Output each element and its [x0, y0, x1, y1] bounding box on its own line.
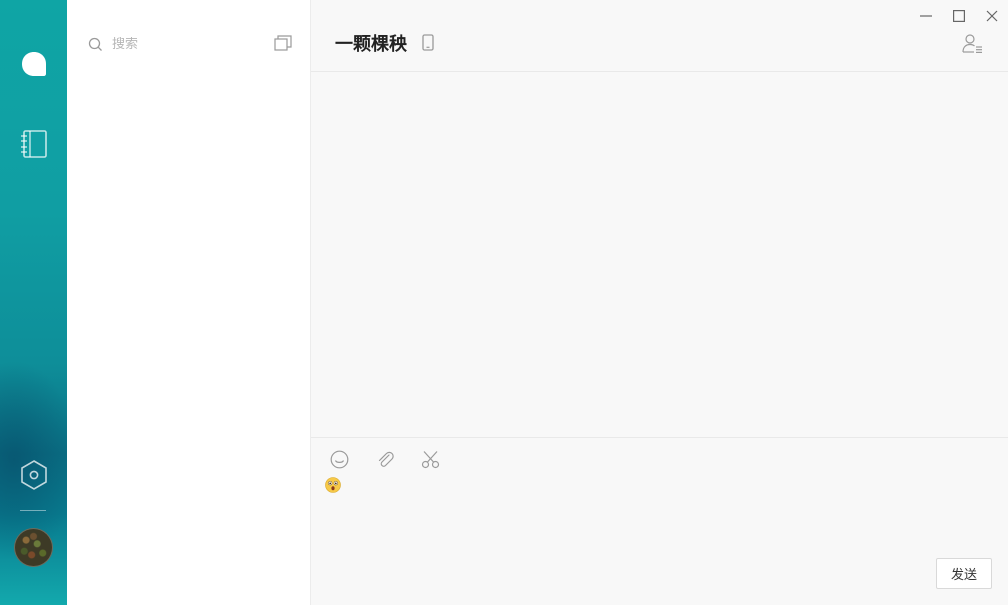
conversation-list-panel: [67, 0, 311, 605]
search-input[interactable]: [112, 36, 252, 52]
close-button[interactable]: [975, 4, 1008, 28]
close-icon: [986, 10, 997, 22]
new-chat-button[interactable]: [273, 33, 293, 53]
contacts-nav-button[interactable]: [0, 124, 67, 164]
contact-info-button[interactable]: [962, 33, 984, 55]
chat-title: 一颗棵秧: [335, 34, 407, 55]
chat-nav-button[interactable]: [0, 44, 67, 84]
message-composer: 发送: [311, 437, 1008, 605]
attachment-icon: [378, 451, 394, 467]
left-rail: [0, 0, 67, 605]
mobile-phone-icon: [422, 34, 434, 51]
message-area[interactable]: [311, 72, 1008, 438]
settings-hexagon-icon: [20, 460, 47, 490]
chat-header: 一颗棵秧: [311, 0, 1008, 72]
maximize-icon: [952, 10, 965, 22]
emoji-icon: [330, 450, 348, 468]
composer-toolbar: [329, 449, 441, 469]
contact-info-icon: [962, 34, 982, 53]
search-bar: [87, 33, 293, 55]
attachment-button[interactable]: [375, 449, 395, 469]
contacts-book-icon: [20, 130, 47, 158]
astonished-face-emoji: [325, 477, 341, 493]
minimize-icon: [919, 15, 932, 17]
settings-button[interactable]: [0, 455, 67, 495]
send-button[interactable]: 发送: [936, 558, 992, 589]
minimize-button[interactable]: [909, 4, 942, 28]
user-avatar[interactable]: [14, 528, 53, 567]
maximize-button[interactable]: [942, 4, 975, 28]
rail-divider: [20, 510, 46, 511]
message-input[interactable]: [325, 477, 985, 547]
emoji-button[interactable]: [329, 449, 349, 469]
chat-area: 一颗棵秧 发送: [311, 0, 1008, 605]
screenshot-button[interactable]: [421, 449, 441, 469]
window-controls: [909, 4, 1008, 28]
chat-bubble-icon: [21, 52, 46, 76]
new-chat-icon: [274, 35, 292, 51]
search-icon: [87, 36, 103, 52]
scissors-icon: [421, 450, 440, 468]
